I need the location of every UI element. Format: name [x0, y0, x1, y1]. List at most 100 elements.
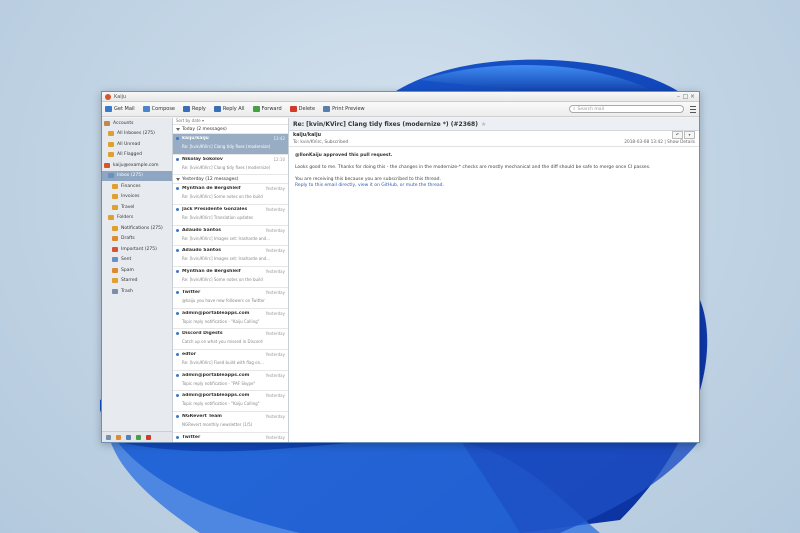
message-row[interactable]: Nikolay Sokolov 12:10 Re: [kvin/KVirc] Cla… [173, 155, 288, 176]
folder-item[interactable]: Accounts [102, 118, 172, 129]
close-icon[interactable]: × [689, 93, 696, 100]
folder-item[interactable]: Travel [102, 202, 172, 213]
get-mail-button[interactable]: Get Mail [105, 106, 135, 112]
folder-item[interactable]: Trash [102, 286, 172, 297]
message-row[interactable]: Mynthan de Bergshleif Yesterday Re: [kvin/… [173, 184, 288, 206]
folder-item[interactable]: All Unread [102, 139, 172, 150]
message-row[interactable]: Mynthan de Bergshleif Yesterday Re: [kvin/… [173, 267, 288, 288]
delete-icon [289, 106, 297, 112]
message-sender: Discord Digests [182, 331, 223, 337]
message-sender: Adaudo Santos [182, 248, 222, 254]
message-row[interactable]: Jack Presidente Gonzales Yesterday Re: [kv… [173, 205, 288, 226]
message-from[interactable]: kaiju/kaiju [293, 133, 321, 138]
message-row[interactable]: NGRevert Team Yesterday NGRevert monthly n… [173, 412, 288, 433]
folder-label: Accounts [113, 120, 134, 126]
folder-icon [112, 225, 118, 231]
message-header: Nikolay Sokolov 12:10 [176, 157, 285, 162]
message-sender: Twitter [182, 289, 201, 295]
inbox-icon [108, 131, 114, 137]
message-date: Yesterday [265, 269, 285, 275]
folder-item[interactable]: Folders [102, 213, 172, 224]
maximize-icon[interactable]: □ [682, 93, 689, 100]
message-subject: Re: [kvin/KVirc] Clang tidy fixes (moder… [289, 118, 699, 131]
search-input[interactable]: ⌕ Search mail [569, 105, 684, 113]
message-sender: kaiju/kaiju [182, 136, 209, 141]
reply-icon [183, 106, 191, 112]
message-header: edtor Yesterday [176, 352, 285, 357]
sort-header[interactable]: Sort by date ▾ [173, 118, 288, 125]
folder-label: All Inboxes (275) [117, 131, 155, 137]
body-approval-line: @IlonKaiju approved this pull request. [295, 153, 393, 158]
accounts-icon [104, 120, 110, 126]
message-row[interactable]: admin@portableapps.com Yesterday Topic rep… [173, 371, 288, 392]
folder-item[interactable]: kaiju@example.com [102, 160, 172, 171]
unread-dot-icon [176, 332, 179, 336]
more-actions-icon[interactable]: ▾ [684, 131, 695, 139]
message-date: Yesterday [265, 372, 285, 378]
message-row[interactable]: edtor Yesterday Re: [kvin/KVirc] Fixed bui… [173, 350, 288, 371]
message-subject-preview: Re: [kvin/KVirc] Clang tidy fixes (moder… [182, 164, 271, 170]
folder-label: Sent [121, 257, 132, 263]
reply-arrow-icon[interactable]: ↶ [672, 131, 683, 139]
compose-icon [142, 106, 150, 112]
folder-label: Finances [121, 183, 141, 189]
folder-item[interactable]: Starred [102, 276, 172, 287]
folder-item[interactable]: Inbox (275) [102, 170, 172, 181]
message-date: Yesterday [265, 393, 285, 399]
folder-pane: Accounts All Inboxes (275) All Unread All F… [102, 118, 173, 442]
add-folder-icon[interactable] [106, 434, 111, 440]
message-date[interactable]: 2018-03-08 13:42 | Show Details [624, 140, 695, 145]
message-date: Yesterday [265, 331, 285, 337]
folder-item[interactable]: Notifications (275) [102, 223, 172, 234]
message-header: Twitter Yesterday [176, 290, 285, 295]
folder-item[interactable]: Drafts [102, 234, 172, 245]
message-row[interactable]: kaiju/kaiju 13:42 Re: [kvin/KVirc] Clang t… [173, 134, 288, 155]
group-header[interactable]: Today (2 messages) [173, 125, 288, 134]
mail-window: Kaiju – □ × Get Mail Compose Reply Reply… [101, 91, 700, 443]
message-subject-preview: Topic reply notification - "Kaiju Callin… [182, 318, 260, 324]
message-row[interactable]: Discord Digests Yesterday Catch up on what… [173, 329, 288, 350]
message-subject-preview: Re: [kvin/KVirc] Images set: Irasharde a… [182, 256, 271, 262]
message-row[interactable]: TwitterYesterday@kaiju you have new foll… [173, 288, 288, 309]
folder-item[interactable]: All Flagged [102, 150, 172, 161]
chevron-down-icon [176, 177, 180, 181]
folder-item[interactable]: Spam [102, 265, 172, 276]
message-date: Yesterday [265, 207, 285, 213]
message-subject-preview: Topic reply notification - "Kaiju Callin… [182, 401, 260, 407]
reply-button[interactable]: Reply [183, 106, 206, 112]
message-header: admin@portableapps.com Yesterday [176, 373, 285, 378]
message-row[interactable]: Adaudo Santos Yesterday Re: [kvin/KVirc] I… [173, 246, 288, 268]
group-header[interactable]: Yesterday (12 messages) [173, 175, 288, 185]
compose-button[interactable]: Compose [142, 106, 175, 112]
calendar-icon[interactable] [116, 434, 121, 440]
minimize-icon[interactable]: – [675, 93, 682, 100]
tasks-icon[interactable] [136, 434, 141, 440]
folder-item[interactable]: Invoices [102, 192, 172, 203]
star-icon[interactable]: ★ [481, 121, 486, 128]
message-header: admin@portableapps.com Yesterday [176, 393, 285, 398]
message-row[interactable]: TwitterYesterday@kaiju you have new foll… [173, 433, 288, 442]
reply-all-button[interactable]: Reply All [213, 106, 245, 112]
delete-button[interactable]: Delete [289, 106, 315, 112]
drafts-icon [112, 236, 118, 242]
message-sender: edtor [182, 351, 197, 357]
body-footer-link[interactable]: Reply to this email directly, view it on… [295, 183, 693, 189]
folder-item[interactable]: All Inboxes (275) [102, 129, 172, 140]
folder-label: Notifications (275) [121, 225, 163, 231]
folder-label: Spam [121, 267, 134, 273]
hamburger-menu-icon[interactable] [690, 105, 696, 113]
folder-item[interactable]: Finances [102, 181, 172, 192]
message-row[interactable]: admin@portableapps.com Yesterday Topic rep… [173, 391, 288, 412]
folder-item[interactable]: Important (275) [102, 244, 172, 255]
message-header: admin@portableapps.com Yesterday [176, 311, 285, 316]
notes-icon[interactable] [146, 434, 151, 440]
forward-button[interactable]: Forward [252, 106, 282, 112]
message-row[interactable]: admin@portableapps.com Yesterday Topic rep… [173, 309, 288, 330]
folder-label: Trash [121, 288, 133, 294]
folder-item[interactable]: Sent [102, 255, 172, 266]
contacts-icon[interactable] [126, 434, 131, 440]
print-preview-button[interactable]: Print Preview [323, 106, 365, 112]
message-header: Mynthan de Bergshleif Yesterday [176, 269, 285, 274]
message-row[interactable]: Adaudo Santos Yesterday Re: [kvin/KVirc] I… [173, 226, 288, 247]
toolbar: Get Mail Compose Reply Reply All Forward… [102, 102, 699, 117]
